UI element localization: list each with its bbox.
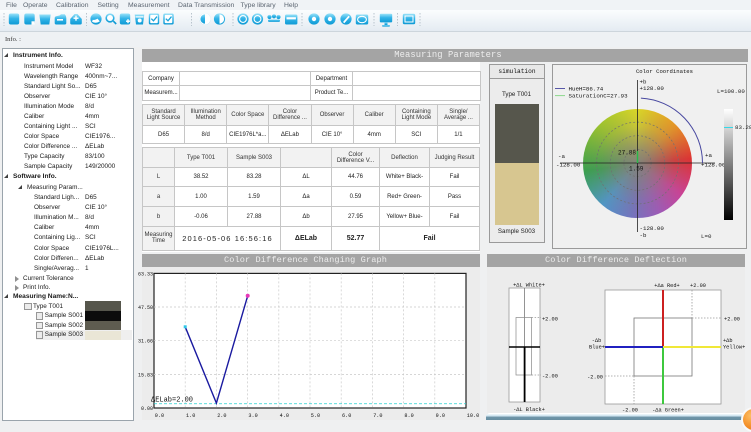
- svg-text:47.50: 47.50: [138, 305, 153, 311]
- svg-text:+a: +a: [705, 152, 712, 159]
- svg-text:+ΔL White+: +ΔL White+: [513, 283, 545, 289]
- svg-text:-128.00: -128.00: [556, 162, 581, 169]
- svg-text:0.0: 0.0: [155, 413, 164, 419]
- svg-text:-b: -b: [640, 232, 647, 239]
- svg-text:7.0: 7.0: [373, 413, 382, 419]
- svg-text:2.0: 2.0: [217, 413, 226, 419]
- svg-text:-128.00: -128.00: [640, 225, 665, 232]
- svg-text:HueH=86.74: HueH=86.74: [569, 86, 604, 93]
- svg-text:3.0: 3.0: [248, 413, 257, 419]
- svg-text:+2.00: +2.00: [542, 317, 558, 323]
- svg-text:9.0: 9.0: [436, 413, 445, 419]
- svg-text:+2.00: +2.00: [690, 283, 706, 289]
- svg-text:-2.00: -2.00: [587, 375, 603, 381]
- svg-text:0.00: 0.00: [141, 406, 153, 412]
- svg-text:ΔELab=2.00: ΔELab=2.00: [151, 397, 193, 405]
- svg-text:1.59: 1.59: [629, 166, 644, 173]
- svg-text:27.88: 27.88: [618, 150, 636, 157]
- svg-text:31.66: 31.66: [138, 339, 153, 345]
- svg-text:6.0: 6.0: [342, 413, 351, 419]
- svg-text:+2.00: +2.00: [724, 317, 740, 323]
- svg-text:5.0: 5.0: [311, 413, 320, 419]
- svg-text:+128.00: +128.00: [640, 85, 665, 92]
- svg-text:-2.00: -2.00: [542, 374, 558, 380]
- svg-text:1.0: 1.0: [186, 413, 195, 419]
- svg-text:15.83: 15.83: [138, 372, 153, 378]
- svg-text:SaturationC=27.93: SaturationC=27.93: [569, 93, 629, 100]
- svg-text:+Δa Red+: +Δa Red+: [654, 283, 679, 289]
- svg-text:+128.00: +128.00: [701, 162, 726, 169]
- svg-text:Blue+: Blue+: [589, 345, 605, 351]
- svg-text:Yellow+: Yellow+: [723, 345, 745, 351]
- svg-text:4.0: 4.0: [280, 413, 289, 419]
- svg-text:+Δb: +Δb: [723, 338, 733, 344]
- svg-text:-Δb: -Δb: [592, 338, 602, 344]
- svg-text:63.33: 63.33: [138, 271, 153, 277]
- svg-text:10.0: 10.0: [467, 413, 479, 419]
- svg-text:8.0: 8.0: [404, 413, 413, 419]
- svg-text:-a: -a: [558, 153, 565, 160]
